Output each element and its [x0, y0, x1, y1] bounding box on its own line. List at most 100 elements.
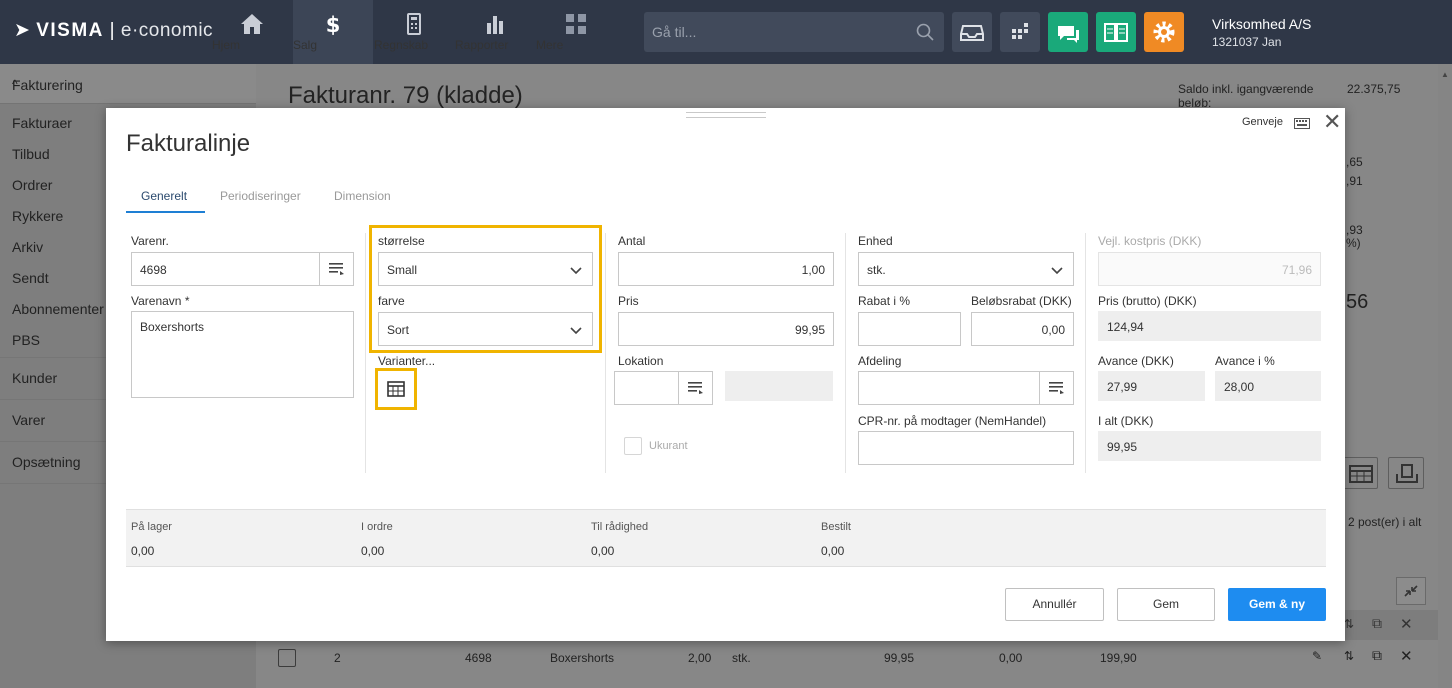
summary-value: ,65	[1346, 155, 1363, 169]
tab-dimension[interactable]: Dimension	[334, 189, 391, 203]
variants-button[interactable]	[385, 378, 407, 400]
list-lookup-icon	[688, 382, 703, 394]
search-input[interactable]: Gå til...	[644, 12, 944, 52]
copy-icon[interactable]: ⧉	[1372, 615, 1382, 632]
copy-icon[interactable]: ⧉	[1372, 647, 1382, 664]
close-icon[interactable]: ✕	[1323, 111, 1341, 133]
stock-value: 0,00	[361, 544, 385, 558]
reorder-icon[interactable]: ⇅	[1344, 617, 1354, 631]
lokation-lookup-button[interactable]	[678, 372, 712, 404]
ukurant-label: Ukurant	[649, 440, 688, 452]
saldo-value: 22.375,75	[1347, 82, 1401, 96]
table-view-button[interactable]	[1342, 457, 1378, 489]
save-and-new-button[interactable]: Gem & ny	[1228, 588, 1326, 621]
chevron-up-icon: ^	[12, 77, 18, 91]
bar-chart-icon	[487, 16, 503, 34]
export-button[interactable]	[1388, 457, 1424, 489]
varenavn-textarea[interactable]: Boxershorts	[131, 311, 354, 398]
sidebar-item-varer[interactable]: Varer	[12, 412, 45, 428]
chat-button[interactable]	[1048, 12, 1088, 52]
brutto-label: Pris (brutto) (DKK)	[1098, 294, 1197, 308]
cpr-input[interactable]	[858, 431, 1074, 465]
sidebar-item-opsaetning[interactable]: Opsætning	[12, 454, 80, 470]
afdeling-lookup-button[interactable]	[1039, 372, 1073, 404]
delete-icon[interactable]: ✕	[1400, 615, 1413, 633]
ukurant-checkbox[interactable]	[624, 437, 642, 455]
avance-field: 27,99	[1098, 371, 1205, 401]
rabat-input[interactable]	[858, 312, 961, 346]
nav-mere[interactable]: Mere	[536, 0, 616, 64]
afdeling-input[interactable]	[858, 371, 1074, 405]
company-switcher[interactable]: Virksomhed A/S 1321037 Jan	[1212, 16, 1311, 49]
table-icon	[1349, 465, 1373, 483]
stock-label: På lager	[131, 521, 172, 533]
tab-periodiseringer[interactable]: Periodiseringer	[220, 189, 301, 203]
nav-hjem[interactable]: Hjem	[212, 0, 292, 64]
pris-input[interactable]: 99,95	[618, 312, 834, 346]
tab-generelt[interactable]: Generelt	[141, 189, 187, 203]
settings-button[interactable]	[1144, 12, 1184, 52]
sidebar-item-arkiv[interactable]: Arkiv	[12, 239, 43, 255]
avance-label: Avance (DKK)	[1098, 354, 1174, 368]
company-name: Virksomhed A/S	[1212, 16, 1312, 32]
variant-grid-icon	[387, 381, 405, 397]
sidebar-item-ordrer[interactable]: Ordrer	[12, 177, 52, 193]
dots-icon	[1012, 23, 1028, 39]
enhed-select[interactable]: stk.	[858, 252, 1074, 286]
sidebar-item-pbs[interactable]: PBS	[12, 332, 40, 348]
varenavn-label: Varenavn *	[131, 294, 190, 308]
scroll-up-icon[interactable]: ▲	[1441, 70, 1449, 79]
nav-rapporter[interactable]: Rapporter	[455, 0, 535, 64]
nav-regnskab[interactable]: Regnskab	[374, 0, 454, 64]
invoice-title: Fakturanr. 79 (kladde)	[288, 82, 523, 109]
sidebar-item-tilbud[interactable]: Tilbud	[12, 146, 50, 162]
brutto-field: 124,94	[1098, 311, 1321, 341]
sidebar-item-rykkere[interactable]: Rykkere	[12, 208, 63, 224]
sidebar-item-abonnementer[interactable]: Abonnementer	[12, 301, 104, 317]
inbox-button[interactable]	[952, 12, 992, 52]
active-tab-indicator	[126, 211, 205, 213]
edit-icon[interactable]: ✎	[1312, 649, 1322, 663]
column-divider	[1085, 233, 1086, 473]
shortcuts-link[interactable]: Genveje	[1242, 116, 1283, 128]
kostpris-field: 71,96	[1098, 252, 1321, 286]
cancel-button[interactable]: Annullér	[1005, 588, 1104, 621]
keyboard-icon[interactable]	[1294, 118, 1310, 129]
chat-icon	[1058, 26, 1079, 43]
sidebar-item-fakturaer[interactable]: Fakturaer	[12, 115, 72, 131]
table-row: 2 4698 Boxershorts 2,00 stk. 99,95 0,00 …	[334, 647, 1413, 665]
grid-icon	[566, 14, 586, 34]
sidebar-item-kunder[interactable]: Kunder	[12, 370, 57, 386]
stock-label: Til rådighed	[591, 521, 649, 533]
lokation-input[interactable]	[614, 371, 713, 405]
cpr-label: CPR-nr. på modtager (NemHandel)	[858, 414, 1047, 428]
visma-logo[interactable]: ➤ VISMA | e·conomic	[14, 19, 213, 42]
page-scrollbar[interactable]: ▲	[1438, 64, 1452, 688]
kostpris-label: Vejl. kostpris (DKK)	[1098, 234, 1202, 248]
drag-handle[interactable]	[686, 112, 766, 118]
ialt-label: I alt (DKK)	[1098, 414, 1154, 428]
summary-value: ,93	[1346, 223, 1363, 237]
collapse-button[interactable]	[1396, 577, 1426, 605]
belobsrabat-input[interactable]: 0,00	[971, 312, 1074, 346]
search-icon[interactable]	[916, 23, 934, 41]
column-divider	[845, 233, 846, 473]
column-divider	[365, 233, 366, 473]
lokation-name-field	[725, 371, 833, 401]
guide-button[interactable]	[1096, 12, 1136, 52]
dollar-icon: $	[326, 13, 341, 35]
apps-button[interactable]	[1000, 12, 1040, 52]
save-button[interactable]: Gem	[1117, 588, 1215, 621]
nav-salg[interactable]: $ Salg	[293, 0, 373, 64]
book-icon	[1104, 23, 1128, 42]
reorder-icon[interactable]: ⇅	[1344, 649, 1354, 663]
delete-icon[interactable]: ✕	[1400, 647, 1413, 665]
column-divider	[605, 233, 606, 473]
compress-icon	[1404, 585, 1418, 597]
svg-text:$: $	[326, 13, 341, 35]
antal-input[interactable]: 1,00	[618, 252, 834, 286]
varenr-lookup-button[interactable]	[319, 253, 353, 285]
varenr-input[interactable]: 4698	[131, 252, 354, 286]
sidebar-section-fakturering[interactable]: Fakturering ^	[0, 64, 256, 104]
sidebar-item-sendt[interactable]: Sendt	[12, 270, 49, 286]
